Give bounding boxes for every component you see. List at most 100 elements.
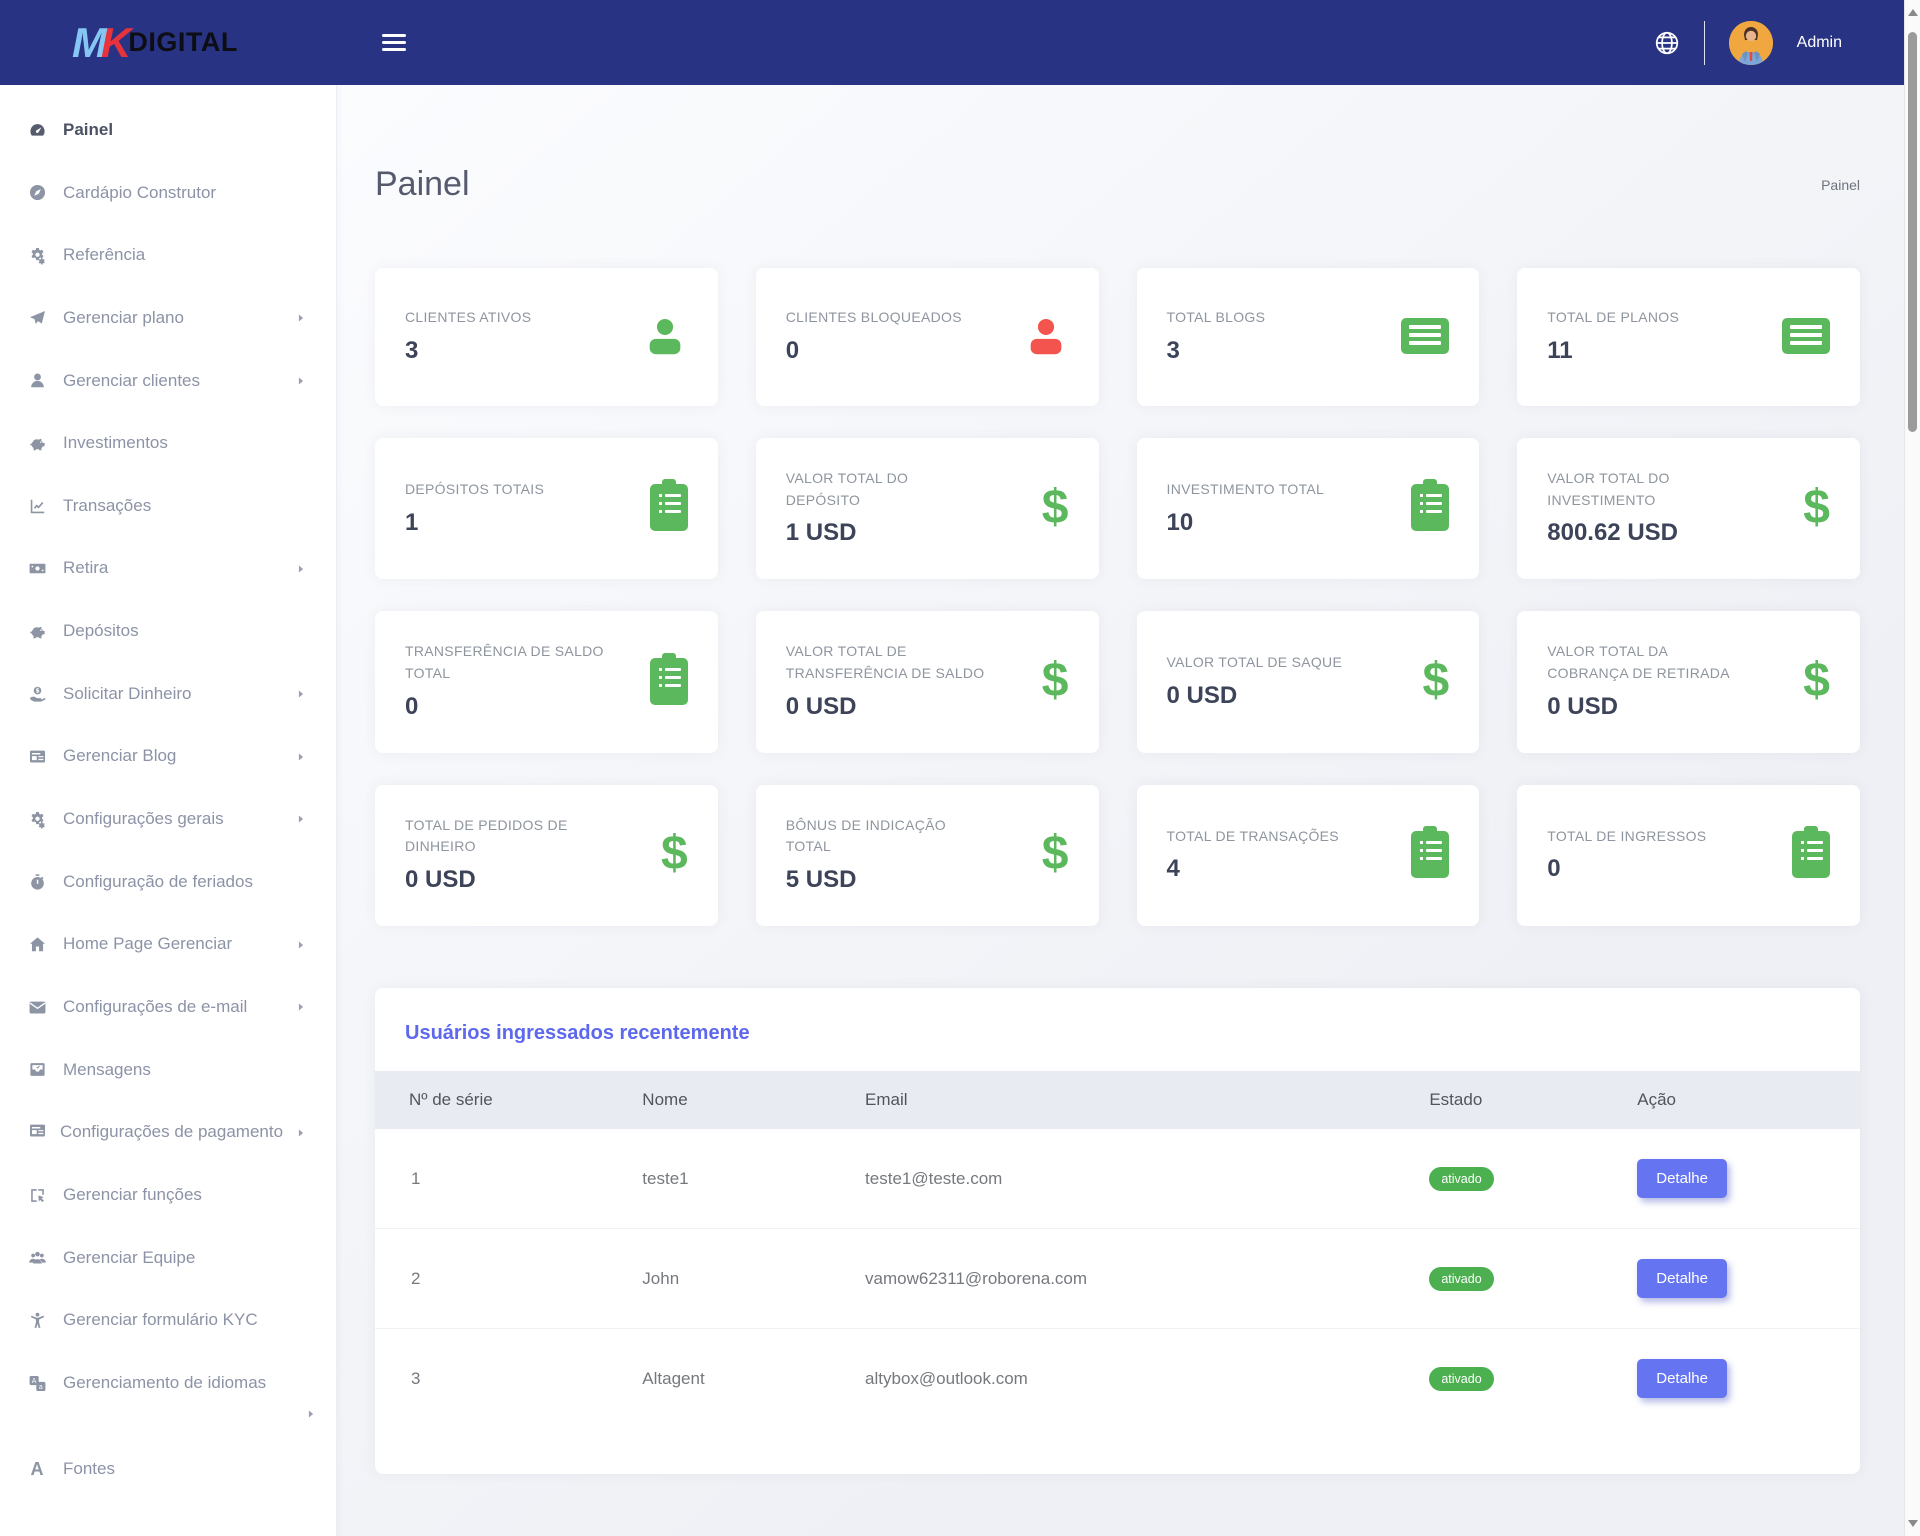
detail-button[interactable]: Detalhe xyxy=(1637,1259,1727,1298)
sidebar-item-label: Investimentos xyxy=(63,431,306,456)
sidebar-item-depositos[interactable]: Depósitos xyxy=(0,600,336,663)
sidebar-item-label: Configurações de pagamento xyxy=(60,1122,283,1141)
sidebar-item-gerenciar-blog[interactable]: Gerenciar Blog xyxy=(0,725,336,788)
sidebar-item-configuracoes-gerais[interactable]: Configurações gerais xyxy=(0,788,336,851)
stat-label: VALOR TOTAL DO DEPÓSITO xyxy=(786,468,986,511)
stat-text: VALOR TOTAL DE SAQUE0 USD xyxy=(1167,652,1343,710)
sidebar-item-gerenciar-formulario-kyc[interactable]: Gerenciar formulário KYC xyxy=(0,1289,336,1352)
sidebar-item-referencia[interactable]: Referência xyxy=(0,224,336,287)
navbar-divider xyxy=(1704,21,1705,65)
scrollbar[interactable] xyxy=(1904,0,1920,1536)
column-header-estado: Estado xyxy=(1429,1071,1637,1129)
stat-text: BÔNUS DE INDICAÇÃO TOTAL5 USD xyxy=(786,815,986,894)
chart-line-icon xyxy=(26,496,48,516)
scroll-up-arrow-icon[interactable] xyxy=(1908,9,1918,16)
stat-text: VALOR TOTAL DA COBRANÇA DE RETIRADA0 USD xyxy=(1547,641,1747,720)
page-header: Painel Painel xyxy=(375,165,1860,204)
stat-value: 0 xyxy=(1547,855,1706,883)
sidebar-item-label: Gerenciar plano xyxy=(63,306,286,331)
sidebar-item-mensagens[interactable]: Mensagens xyxy=(0,1039,336,1102)
table-row: 1teste1teste1@teste.comativadoDetalhe xyxy=(375,1129,1860,1229)
envelope-icon xyxy=(26,997,48,1017)
sidebar-item-fontes[interactable]: AFontes xyxy=(0,1438,336,1501)
svg-text:A: A xyxy=(31,1377,36,1385)
table-body: 1teste1teste1@teste.comativadoDetalhe2Jo… xyxy=(375,1129,1860,1428)
hamburger-menu-icon[interactable] xyxy=(382,30,408,55)
stat-text: TOTAL DE TRANSAÇÕES4 xyxy=(1167,826,1339,884)
piggy-bank-icon xyxy=(26,621,48,641)
stat-value: 0 USD xyxy=(1167,682,1343,710)
person-icon xyxy=(26,1310,48,1330)
sidebar-item-painel[interactable]: Painel xyxy=(0,99,336,162)
table-row: 2Johnvamow62311@roborena.comativadoDetal… xyxy=(375,1229,1860,1329)
stat-card-valor-total-de-transferencia-de-saldo: VALOR TOTAL DE TRANSFERÊNCIA DE SALDO0 U… xyxy=(756,611,1099,752)
app-logo[interactable]: M K DIGITAL xyxy=(0,22,337,64)
sidebar-item-retira[interactable]: Retira xyxy=(0,537,336,600)
cell-email: vamow62311@roborena.com xyxy=(865,1229,1429,1329)
sidebar-item-gerenciar-plano[interactable]: Gerenciar plano xyxy=(0,287,336,350)
compass-icon xyxy=(26,183,48,203)
chevron-right-icon xyxy=(296,564,306,574)
piggy-bank-icon xyxy=(26,434,48,454)
dollar-icon: $ xyxy=(1042,830,1069,878)
stat-text: TOTAL DE PEDIDOS DE DINHEIRO 0 USD xyxy=(405,815,605,894)
user-name[interactable]: Admin xyxy=(1797,34,1842,52)
stat-value: 0 xyxy=(405,693,605,721)
status-badge: ativado xyxy=(1429,1267,1493,1291)
sidebar-item-configuracao-de-feriados[interactable]: Configuração de feriados xyxy=(0,851,336,914)
sidebar-item-gerenciamento-de-idiomas[interactable]: AaGerenciamento de idiomas xyxy=(0,1352,336,1439)
language-icon: Aa xyxy=(26,1373,48,1393)
font-icon: A xyxy=(26,1460,48,1480)
cell-name: Altagent xyxy=(642,1329,865,1429)
detail-button[interactable]: Detalhe xyxy=(1637,1159,1727,1198)
scroll-down-arrow-icon[interactable] xyxy=(1908,1520,1918,1527)
stat-card-total-de-pedidos-de-dinheiro: TOTAL DE PEDIDOS DE DINHEIRO 0 USD $ xyxy=(375,785,718,926)
sidebar-item-home-page-gerenciar[interactable]: Home Page Gerenciar xyxy=(0,913,336,976)
stat-text: CLIENTES BLOQUEADOS0 xyxy=(786,307,962,365)
svg-text:$: $ xyxy=(35,687,39,694)
stat-label: TOTAL DE PEDIDOS DE DINHEIRO xyxy=(405,815,605,858)
stat-text: INVESTIMENTO TOTAL10 xyxy=(1167,479,1325,537)
chevron-right-icon xyxy=(36,1409,316,1419)
sidebar-item-gerenciar-clientes[interactable]: Gerenciar clientes xyxy=(0,350,336,413)
stat-card-clientes-ativos: CLIENTES ATIVOS3 xyxy=(375,268,718,406)
sidebar-item-solicitar-dinheiro[interactable]: $Solicitar Dinheiro xyxy=(0,663,336,726)
chevron-right-icon xyxy=(296,1128,306,1138)
svg-text:a: a xyxy=(38,1383,42,1391)
logo-digital-text: DIGITAL xyxy=(128,27,237,58)
stat-text: TOTAL BLOGS3 xyxy=(1167,307,1266,365)
sidebar-item-configuracoes-de-pagamento[interactable]: Configurações de pagamento xyxy=(0,1101,336,1164)
stat-label: TOTAL DE INGRESSOS xyxy=(1547,826,1706,848)
stat-value: 0 USD xyxy=(405,866,605,894)
stat-text: TRANSFERÊNCIA DE SALDO TOTAL0 xyxy=(405,641,605,720)
newspaper-icon xyxy=(1401,318,1449,354)
stat-text: VALOR TOTAL DE TRANSFERÊNCIA DE SALDO0 U… xyxy=(786,641,986,720)
dollar-icon: $ xyxy=(661,830,688,878)
chevron-right-icon xyxy=(296,1002,306,1012)
sidebar-item-investimentos[interactable]: Investimentos xyxy=(0,412,336,475)
sidebar-item-gerenciar-equipe[interactable]: Gerenciar Equipe xyxy=(0,1227,336,1290)
sidebar-item-label: Referência xyxy=(63,243,306,268)
dollar-icon: $ xyxy=(1042,657,1069,705)
sidebar-item-configuracoes-de-e-mail[interactable]: Configurações de e-mail xyxy=(0,976,336,1039)
sidebar-item-label: Gerenciar funções xyxy=(63,1183,306,1208)
sidebar-item-transacoes[interactable]: Transações xyxy=(0,475,336,538)
dollar-icon: $ xyxy=(1042,484,1069,532)
sidebar-item-label: Configurações de e-mail xyxy=(63,995,286,1020)
sidebar-item-cardapio-construtor[interactable]: Cardápio Construtor xyxy=(0,162,336,225)
stat-value: 5 USD xyxy=(786,866,986,894)
globe-icon[interactable] xyxy=(1654,30,1680,56)
inbox-icon xyxy=(26,1060,48,1080)
navbar-right: Admin xyxy=(1654,21,1920,65)
clipboard-icon xyxy=(650,658,688,705)
main-content: Painel Painel CLIENTES ATIVOS3 CLIENTES B… xyxy=(337,85,1920,1536)
stat-card-total-de-ingressos: TOTAL DE INGRESSOS 0 xyxy=(1517,785,1860,926)
paper-plane-icon xyxy=(26,308,48,328)
stat-label: VALOR TOTAL DE TRANSFERÊNCIA DE SALDO xyxy=(786,641,986,684)
user-avatar[interactable] xyxy=(1729,21,1773,65)
detail-button[interactable]: Detalhe xyxy=(1637,1359,1727,1398)
home-page-icon xyxy=(26,935,48,955)
sidebar-item-label: Gerenciar Blog xyxy=(63,744,286,769)
sidebar-item-gerenciar-funcoes[interactable]: Gerenciar funções xyxy=(0,1164,336,1227)
scrollbar-thumb[interactable] xyxy=(1908,32,1917,432)
